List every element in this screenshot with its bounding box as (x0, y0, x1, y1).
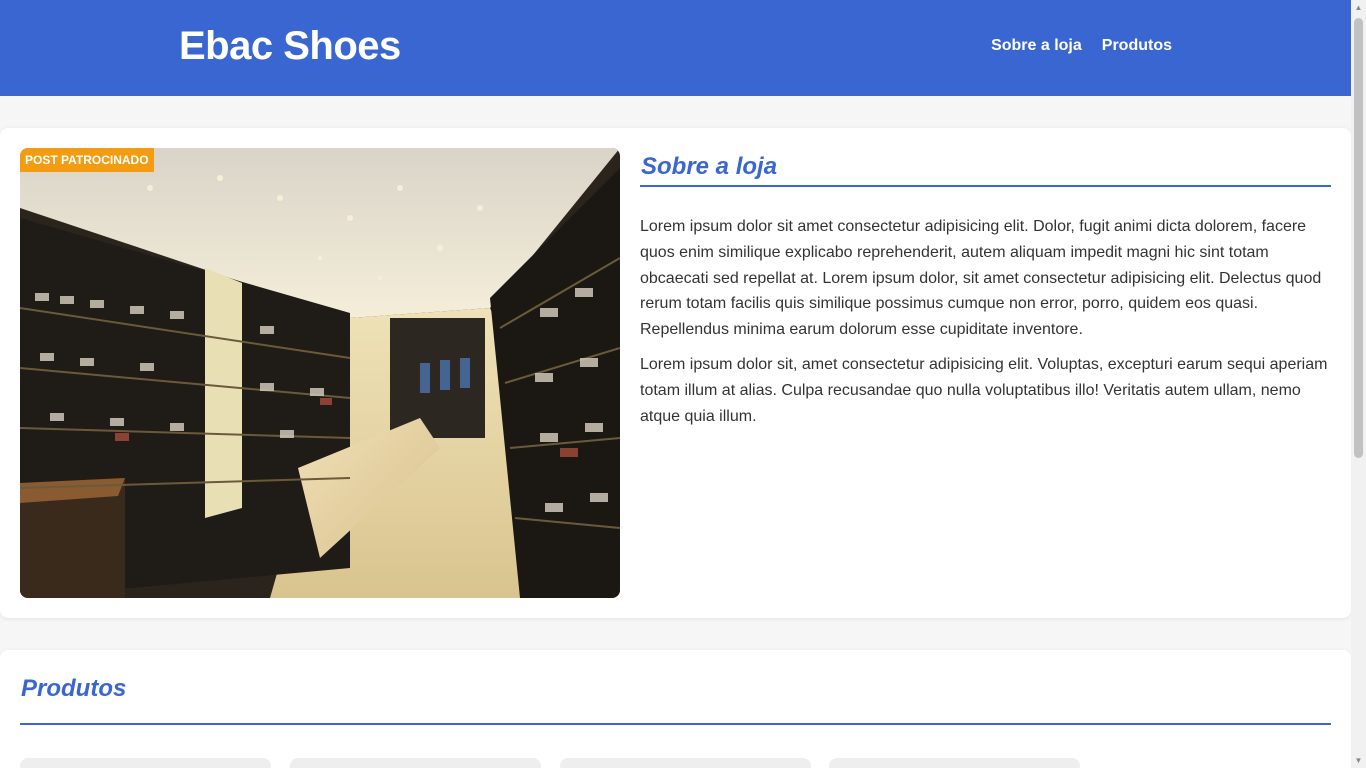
product-card[interactable] (560, 758, 811, 768)
products-section: Produtos (0, 650, 1351, 768)
nav-link-sobre[interactable]: Sobre a loja (991, 37, 1082, 55)
nav-link-produtos[interactable]: Produtos (1102, 37, 1172, 55)
about-divider (640, 185, 1331, 187)
about-title: Sobre a loja (641, 153, 778, 180)
sponsored-badge: POST PATROCINADO (20, 148, 154, 172)
page-scrollbar[interactable]: ▲ ▼ (1351, 0, 1366, 768)
product-card[interactable] (290, 758, 541, 768)
scroll-thumb[interactable] (1354, 18, 1363, 458)
store-interior-image (20, 148, 620, 598)
site-header: Ebac Shoes Sobre a loja Produtos (0, 0, 1351, 96)
about-paragraph-2: Lorem ipsum dolor sit, amet consectetur … (640, 355, 1328, 425)
scroll-down-icon[interactable]: ▼ (1354, 756, 1363, 765)
products-title: Produtos (21, 675, 127, 702)
scroll-up-icon[interactable]: ▲ (1354, 3, 1363, 12)
about-paragraph-1: Lorem ipsum dolor sit amet consectetur a… (640, 218, 1322, 339)
store-photo (20, 148, 620, 598)
about-section: POST PATROCINADO Sobre a loja Lorem ipsu… (0, 128, 1351, 618)
product-card[interactable] (829, 758, 1080, 768)
about-text: Lorem ipsum dolor sit amet consectetur a… (640, 214, 1332, 438)
product-card[interactable] (20, 758, 271, 768)
products-divider (20, 723, 1331, 725)
main-nav: Sobre a loja Produtos (991, 37, 1172, 55)
brand-logo[interactable]: Ebac Shoes (179, 24, 401, 69)
